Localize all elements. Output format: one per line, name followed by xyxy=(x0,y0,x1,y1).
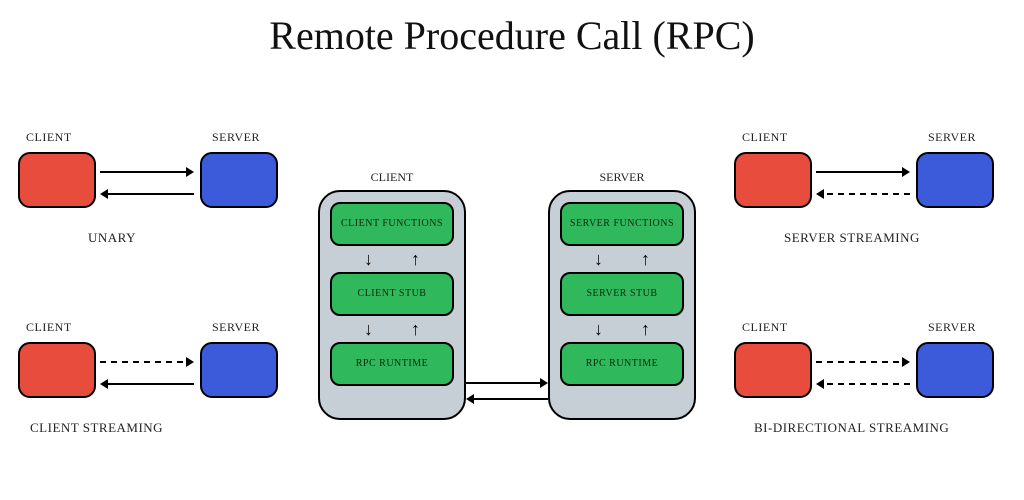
client-box xyxy=(18,152,96,208)
client-label: CLIENT xyxy=(26,130,72,145)
arrow-request xyxy=(816,166,910,178)
server-box xyxy=(200,152,278,208)
green-server-stub: SERVER STUB xyxy=(560,272,684,316)
arrow-down-icon: ↓ xyxy=(364,248,373,270)
arch-server-column: SERVER SERVER FUNCTIONS ↓ ↑ SERVER STUB … xyxy=(548,190,696,420)
arch-server-title: SERVER xyxy=(550,170,694,185)
arrow-response xyxy=(100,378,194,390)
arrow-down-icon: ↓ xyxy=(364,318,373,340)
client-label: CLIENT xyxy=(742,130,788,145)
arrow-request-dashed xyxy=(100,356,194,368)
server-label: SERVER xyxy=(212,320,260,335)
arrow-down-icon: ↓ xyxy=(594,318,603,340)
panel-unary: CLIENT SERVER UNARY xyxy=(18,130,278,280)
client-box xyxy=(18,342,96,398)
client-label: CLIENT xyxy=(26,320,72,335)
caption-bidirectional: BI-DIRECTIONAL STREAMING xyxy=(754,420,949,436)
panel-client-streaming: CLIENT SERVER CLIENT STREAMING xyxy=(18,320,278,480)
arrow-request xyxy=(100,166,194,178)
server-label: SERVER xyxy=(212,130,260,145)
server-box xyxy=(916,152,994,208)
client-label: CLIENT xyxy=(742,320,788,335)
server-label: SERVER xyxy=(928,130,976,145)
arrow-down-icon: ↓ xyxy=(594,248,603,270)
arrow-runtime-to-server xyxy=(466,377,548,389)
panel-bidirectional: CLIENT SERVER BI-DIRECTIONAL STREAMING xyxy=(734,320,994,480)
arrow-up-icon: ↑ xyxy=(641,318,650,340)
arrow-response-dashed xyxy=(816,188,910,200)
arrow-response xyxy=(100,188,194,200)
page-title: Remote Procedure Call (RPC) xyxy=(0,0,1024,59)
panel-server-streaming: CLIENT SERVER SERVER STREAMING xyxy=(734,130,994,280)
caption-client-streaming: CLIENT STREAMING xyxy=(30,420,163,436)
caption-server-streaming: SERVER STREAMING xyxy=(784,230,920,246)
server-box xyxy=(916,342,994,398)
green-client-functions: CLIENT FUNCTIONS xyxy=(330,202,454,246)
green-server-functions: SERVER FUNCTIONS xyxy=(560,202,684,246)
arrow-runtime-to-client xyxy=(466,393,548,405)
arrow-response-dashed xyxy=(816,378,910,390)
green-rpc-runtime-client: RPC RUNTIME xyxy=(330,342,454,386)
arrow-up-icon: ↑ xyxy=(411,318,420,340)
client-box xyxy=(734,342,812,398)
client-box xyxy=(734,152,812,208)
green-client-stub: CLIENT STUB xyxy=(330,272,454,316)
green-rpc-runtime-server: RPC RUNTIME xyxy=(560,342,684,386)
arrow-up-icon: ↑ xyxy=(641,248,650,270)
server-box xyxy=(200,342,278,398)
server-label: SERVER xyxy=(928,320,976,335)
arch-client-column: CLIENT CLIENT FUNCTIONS ↓ ↑ CLIENT STUB … xyxy=(318,190,466,420)
arrow-up-icon: ↑ xyxy=(411,248,420,270)
arch-client-title: CLIENT xyxy=(320,170,464,185)
arrow-request-dashed xyxy=(816,356,910,368)
caption-unary: UNARY xyxy=(88,230,136,246)
